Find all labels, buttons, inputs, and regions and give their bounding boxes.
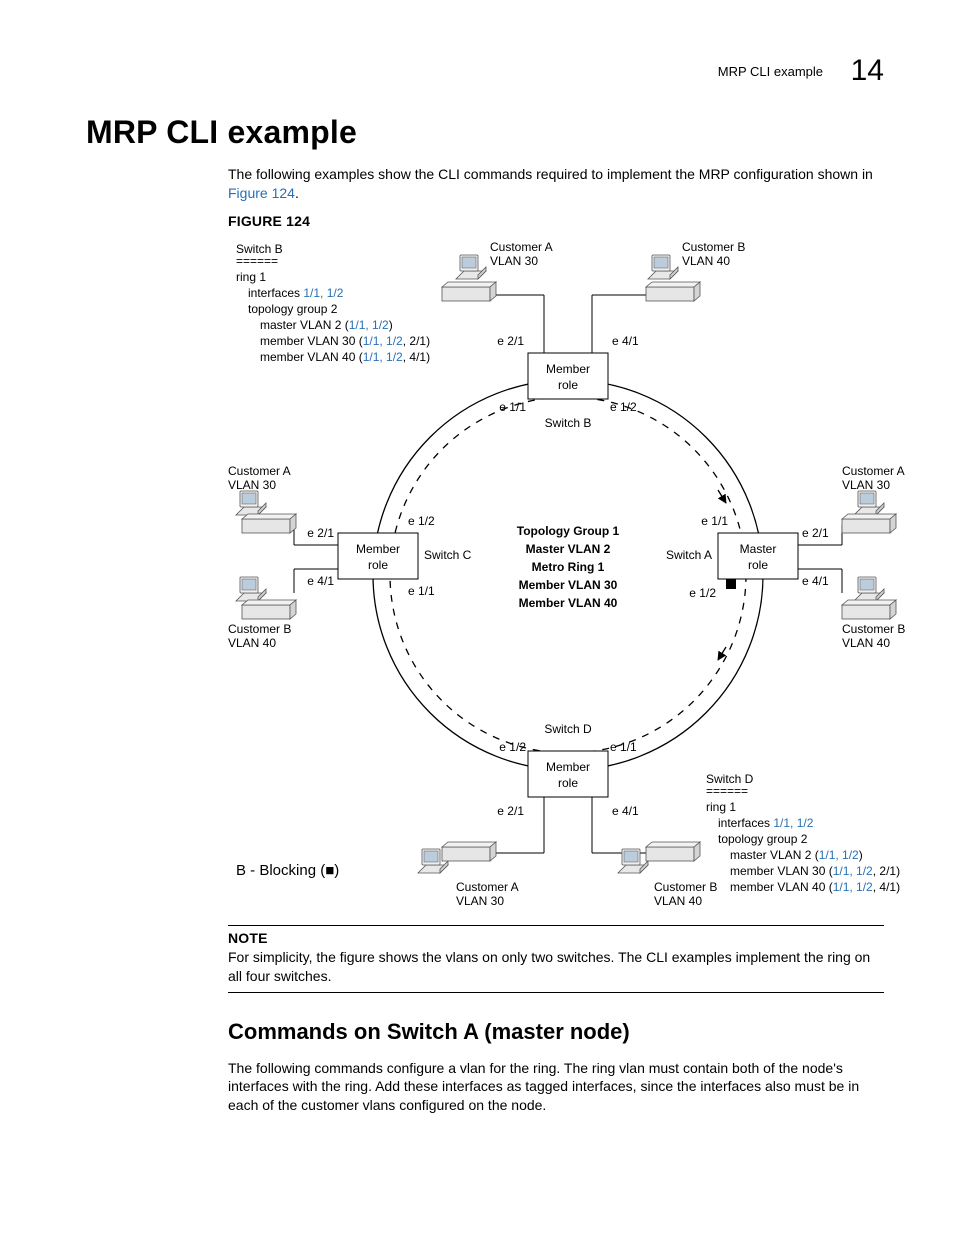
intro-text-b: . [295,185,299,201]
note-text: For simplicity, the figure shows the vla… [228,948,884,986]
switch-icon [442,282,496,301]
left-node1: Member [356,542,400,556]
subsection-heading: Commands on Switch A (master node) [228,1019,884,1045]
blocking-marker-icon [726,579,736,589]
center-l4: Member VLAN 30 [519,578,618,592]
right-switch: Switch A [666,548,712,562]
cfgB-topo: topology group 2 [248,302,338,316]
right-e11: e 1/1 [701,514,728,528]
right-node1: Master [740,542,777,556]
left-node2: role [368,558,388,572]
right-custB-b: VLAN 40 [842,636,890,650]
center-l2: Master VLAN 2 [526,542,611,556]
right-node2: role [748,558,768,572]
switch-icon [442,842,496,861]
right-e41: e 4/1 [802,574,829,588]
bot-custB-a: Customer B [654,880,717,894]
running-header: MRP CLI example 14 [86,54,884,88]
left-custA-a: Customer A [228,464,291,478]
chapter-number: 14 [851,54,884,87]
figure-124: Topology Group 1 Master VLAN 2 Metro Rin… [228,235,908,915]
cfgD-m40: member VLAN 40 (1/1, 1/2, 4/1) [730,880,900,894]
right-custA-a: Customer A [842,464,905,478]
bot-e12: e 1/2 [499,740,526,754]
cfgB-ring: ring 1 [236,270,266,284]
top-custB-a: Customer B [682,240,745,254]
bot-e41: e 4/1 [612,804,639,818]
legend-text: B - Blocking (■) [236,862,339,879]
cfgB-m30: member VLAN 30 (1/1, 1/2, 2/1) [260,334,430,348]
cfgB-m40: member VLAN 40 (1/1, 1/2, 4/1) [260,350,430,364]
header-section: MRP CLI example [718,64,823,79]
switch-icon [842,600,896,619]
left-custB-b: VLAN 40 [228,636,276,650]
computer-icon [854,491,884,515]
top-e21: e 2/1 [497,334,524,348]
center-l3: Metro Ring 1 [532,560,605,574]
cfgD-iface: interfaces 1/1, 1/2 [718,816,814,830]
computer-icon [456,255,486,279]
left-e12: e 1/2 [408,514,435,528]
cfgB-mv: master VLAN 2 (1/1, 1/2) [260,318,393,332]
top-e12: e 1/2 [610,400,637,414]
bot-custB-b: VLAN 40 [654,894,702,908]
bot-switch: Switch D [544,722,592,736]
left-custA-b: VLAN 30 [228,478,276,492]
note-block: NOTE For simplicity, the figure shows th… [228,925,884,993]
switch-icon [646,282,700,301]
bot-node1: Member [546,760,590,774]
switch-icon [242,514,296,533]
page: MRP CLI example 14 MRP CLI example The f… [0,0,954,1189]
right-custA-b: VLAN 30 [842,478,890,492]
top-switch: Switch B [545,416,592,430]
bot-e21: e 2/1 [497,804,524,818]
top-e11: e 1/1 [499,400,526,414]
diagram-svg: Topology Group 1 Master VLAN 2 Metro Rin… [228,235,908,915]
page-title: MRP CLI example [86,114,884,151]
computer-icon [236,577,266,601]
top-e41: e 4/1 [612,334,639,348]
center-l5: Member VLAN 40 [519,596,618,610]
cfgD-ring: ring 1 [706,800,736,814]
note-label: NOTE [228,930,884,946]
center-l1: Topology Group 1 [517,524,620,538]
top-custA-b: VLAN 30 [490,254,538,268]
cfgD-mv: master VLAN 2 (1/1, 1/2) [730,848,863,862]
top-custA-a: Customer A [490,240,553,254]
switch-icon [242,600,296,619]
figure-ref-link[interactable]: Figure 124 [228,185,295,201]
computer-icon [648,255,678,279]
left-e21: e 2/1 [307,526,334,540]
intro-text-a: The following examples show the CLI comm… [228,166,873,182]
computer-icon [854,577,884,601]
cfgD-topo: topology group 2 [718,832,808,846]
right-e21: e 2/1 [802,526,829,540]
left-switch: Switch C [424,548,472,562]
right-custB-a: Customer B [842,622,905,636]
computer-icon [236,491,266,515]
body-paragraph: The following commands configure a vlan … [228,1059,884,1116]
switch-icon [842,514,896,533]
left-custB-a: Customer B [228,622,291,636]
left-e11: e 1/1 [408,584,435,598]
cfgB-iface: interfaces 1/1, 1/2 [248,286,344,300]
left-e41: e 4/1 [307,574,334,588]
cfgB-sep: ====== [236,254,278,268]
switch-icon [646,842,700,861]
bot-custA-b: VLAN 30 [456,894,504,908]
bot-node2: role [558,776,578,790]
intro-block: The following examples show the CLI comm… [228,165,884,229]
bot-e11: e 1/1 [610,740,637,754]
top-node2: role [558,378,578,392]
bot-custA-a: Customer A [456,880,519,894]
figure-label: FIGURE 124 [228,213,884,229]
intro-paragraph: The following examples show the CLI comm… [228,165,884,203]
top-node1: Member [546,362,590,376]
top-custB-b: VLAN 40 [682,254,730,268]
cfgD-m30: member VLAN 30 (1/1, 1/2, 2/1) [730,864,900,878]
cfgD-sep: ====== [706,784,748,798]
right-e12: e 1/2 [689,586,716,600]
